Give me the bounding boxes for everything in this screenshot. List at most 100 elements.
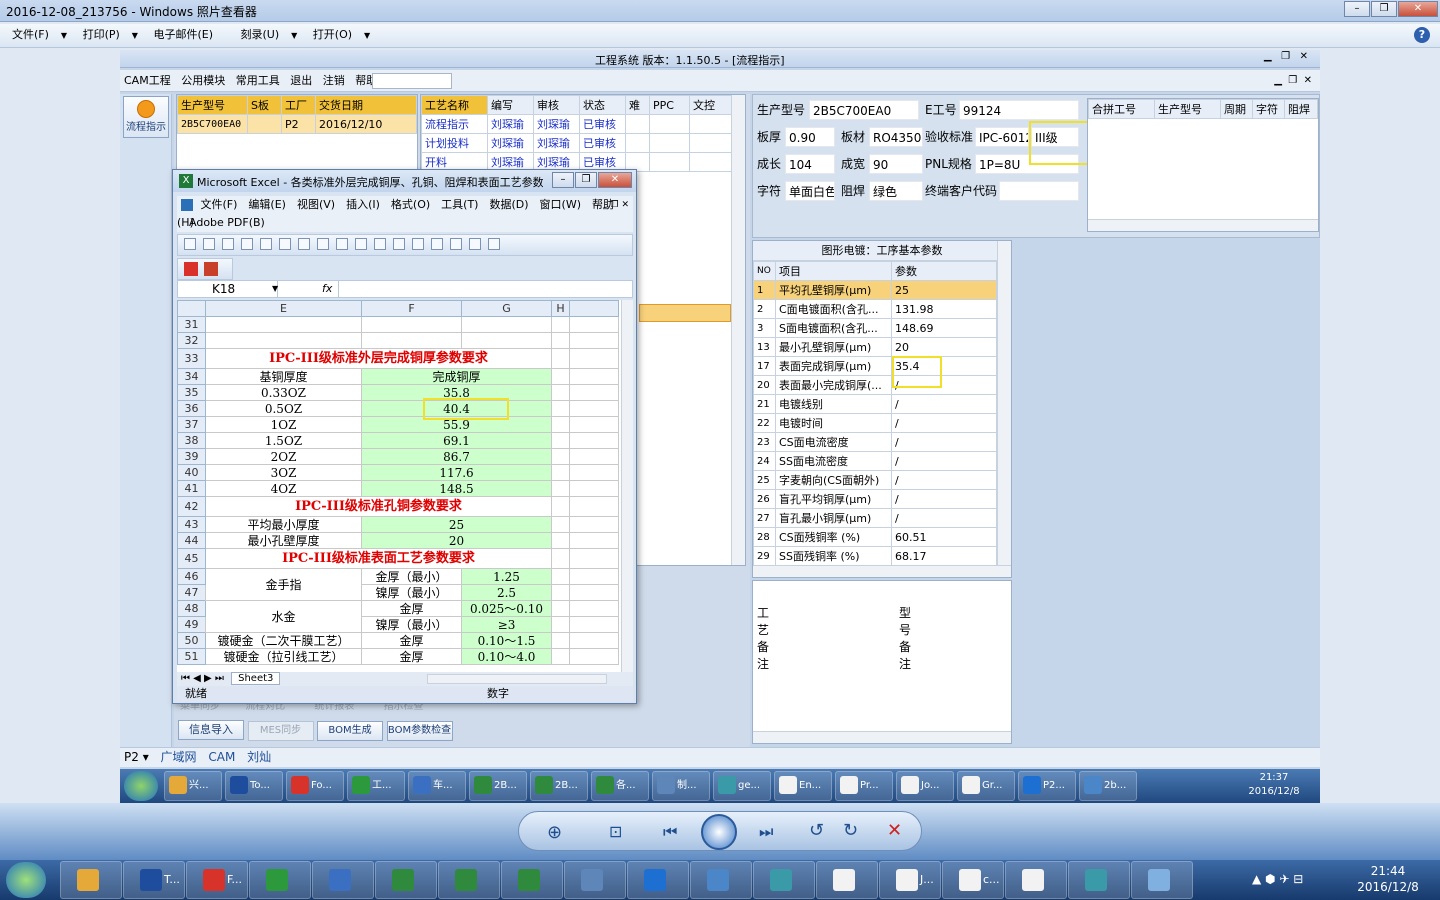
cell[interactable] [361, 316, 462, 333]
header-cell[interactable]: 基铜厚度 [205, 368, 362, 385]
inner-taskbar-item[interactable]: Jo... [896, 771, 954, 801]
app-menu-exit[interactable]: 退出 [290, 74, 312, 87]
sheet-hscroll[interactable] [427, 674, 607, 684]
taskbar-item[interactable]: F... [186, 861, 248, 899]
bom-generate-button[interactable]: BOM生成 [317, 721, 383, 741]
cell[interactable] [569, 616, 619, 633]
cell[interactable] [569, 332, 619, 349]
value-cell[interactable]: ≥3 [461, 616, 552, 633]
delete-icon[interactable]: ✕ [887, 820, 902, 841]
cell[interactable] [569, 548, 619, 569]
proc-header-ppc[interactable]: PPC [649, 95, 690, 115]
inner-taskbar-item[interactable]: ge... [713, 771, 771, 801]
label-cell[interactable]: 金厚 [361, 648, 462, 665]
corner-cell[interactable] [177, 300, 206, 317]
taskbar-item[interactable] [816, 861, 878, 899]
value-cell[interactable]: 0.025～0.10 [461, 600, 552, 617]
cell[interactable] [551, 348, 570, 369]
cell[interactable] [569, 600, 619, 617]
label-cell[interactable]: 镀硬金（二次干膜工艺） [205, 632, 362, 649]
param-header-item[interactable]: 项目 [775, 261, 892, 281]
inner-taskbar-item[interactable]: 各... [591, 771, 649, 801]
excel-menu-item[interactable]: 工具(T) [441, 198, 478, 211]
taskbar-item[interactable] [438, 861, 500, 899]
orders-header-date[interactable]: 交货日期 [315, 95, 417, 115]
excel-minimize-button[interactable]: – [552, 172, 574, 188]
taskbar-item[interactable] [690, 861, 752, 899]
value-cell[interactable]: 0.10～1.5 [461, 632, 552, 649]
cell[interactable] [551, 600, 570, 617]
inner-taskbar-item[interactable]: 制... [652, 771, 710, 801]
base-copper-cell[interactable]: 2OZ [205, 448, 362, 465]
zoom-icon[interactable]: ⊕ [547, 822, 562, 843]
section-title[interactable]: IPC-III级标准表面工艺参数要求 [205, 548, 552, 569]
taskbar-item[interactable] [1068, 861, 1130, 899]
app-menu-cam[interactable]: CAM工程 [124, 74, 171, 87]
taskbar-item[interactable] [501, 861, 563, 899]
row-number[interactable]: 32 [177, 332, 206, 349]
taskbar-item[interactable]: J... [879, 861, 941, 899]
label-cell[interactable]: 镍厚（最小） [361, 584, 462, 601]
close-button[interactable]: ✕ [1398, 1, 1438, 17]
paste-icon[interactable] [393, 238, 405, 250]
cell[interactable] [569, 632, 619, 649]
cell[interactable] [569, 464, 619, 481]
email-icon[interactable] [260, 238, 272, 250]
param-vscroll[interactable] [997, 241, 1011, 565]
inner-taskbar-item[interactable]: P2... [1018, 771, 1076, 801]
cell[interactable] [569, 584, 619, 601]
mdi-buttons[interactable]: ▁ ❐ ✕ [1274, 70, 1312, 92]
e-no-field[interactable]: 99124 [959, 100, 1079, 120]
material-field[interactable]: RO4350B [869, 127, 923, 147]
cut-icon[interactable] [355, 238, 367, 250]
app-menu-common[interactable]: 公用模块 [181, 74, 225, 87]
open-icon[interactable] [203, 238, 215, 250]
table-row[interactable]: 23 CS面电流密度 / [753, 432, 997, 452]
inner-taskbar-item[interactable]: 兴... [164, 771, 222, 801]
cell[interactable] [551, 316, 570, 333]
maximize-button[interactable]: ❐ [1371, 1, 1397, 17]
taskbar-item[interactable] [564, 861, 626, 899]
table-row[interactable]: 流程指示 刘琛瑜 刘琛瑜 已审核 [421, 114, 733, 134]
base-copper-cell[interactable]: 1.5OZ [205, 432, 362, 449]
cell[interactable] [461, 332, 552, 349]
base-copper-cell[interactable]: 3OZ [205, 464, 362, 481]
cell[interactable] [569, 496, 619, 517]
viewer-menu-file[interactable]: 文件(F) [0, 24, 61, 46]
value-cell[interactable]: 2.5 [461, 584, 552, 601]
viewer-menu-email[interactable]: 电子邮件(E) [141, 24, 225, 46]
info-import-button[interactable]: 信息导入 [178, 720, 244, 740]
excel-doc-buttons[interactable]: _ ❐ ✕ [603, 196, 629, 214]
value-cell[interactable]: 1.25 [461, 568, 552, 585]
taskbar-item[interactable] [1131, 861, 1193, 899]
label-cell[interactable]: 金厚 [361, 632, 462, 649]
label-cell[interactable]: 镍厚（最小） [361, 616, 462, 633]
cell[interactable] [551, 632, 570, 649]
app-menu-combo[interactable] [372, 73, 452, 89]
print-preview-icon[interactable] [298, 238, 310, 250]
table-row[interactable]: 1 平均孔壁铜厚(μm) 25 [753, 280, 997, 300]
inner-taskbar-item[interactable]: 车... [408, 771, 466, 801]
value-cell[interactable]: 25 [361, 516, 552, 533]
actual-size-icon[interactable]: ⊡ [609, 822, 622, 841]
label-cell[interactable]: 金手指 [205, 568, 362, 601]
base-copper-cell[interactable]: 0.33OZ [205, 384, 362, 401]
orders-header-s[interactable]: S板 [247, 95, 282, 115]
new-icon[interactable] [184, 238, 196, 250]
fill-color-icon[interactable] [488, 238, 500, 250]
orders-header-factory[interactable]: 工厂 [281, 95, 316, 115]
label-cell[interactable]: 平均最小厚度 [205, 516, 362, 533]
row-number[interactable]: 47 [177, 584, 206, 601]
table-row[interactable]: 24 SS面电流密度 / [753, 451, 997, 471]
cell[interactable] [551, 432, 570, 449]
merge-header-model[interactable]: 生产型号 [1154, 99, 1221, 119]
cell[interactable] [569, 400, 619, 417]
app-menu-logout[interactable]: 注销 [323, 74, 345, 87]
inner-taskbar-item[interactable]: Gr... [957, 771, 1015, 801]
col-header-f[interactable]: F [361, 300, 462, 317]
inner-taskbar-item[interactable]: Pr... [835, 771, 893, 801]
minimize-button[interactable]: – [1344, 1, 1370, 17]
table-row[interactable]: 29 SS面残铜率 (%) 68.17 [753, 546, 997, 566]
app-menu-tools[interactable]: 常用工具 [236, 74, 280, 87]
base-copper-cell[interactable]: 0.5OZ [205, 400, 362, 417]
